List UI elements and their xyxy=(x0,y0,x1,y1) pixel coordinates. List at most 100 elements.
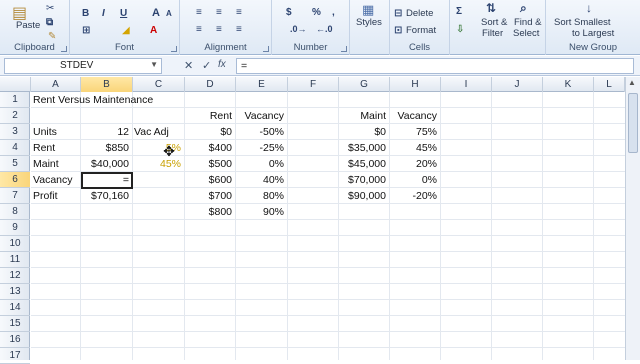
row-header-16[interactable]: 16 xyxy=(0,332,30,348)
font-color-icon[interactable]: A xyxy=(150,25,157,36)
sort-filter-icon[interactable]: ⇅ xyxy=(486,1,496,15)
copy-icon[interactable]: ⧉ xyxy=(46,17,53,28)
cell-e6[interactable]: 40% xyxy=(235,172,287,188)
formula-input[interactable]: = xyxy=(236,58,634,74)
sort-smallest-label[interactable]: Sort Smallest xyxy=(554,17,611,28)
shrink-font-button[interactable]: A xyxy=(166,9,172,18)
fill-icon[interactable]: ⇩ xyxy=(456,24,464,35)
row-header-2[interactable]: 2 xyxy=(0,108,30,124)
row-header-12[interactable]: 12 xyxy=(0,268,30,284)
column-header-e[interactable]: E xyxy=(236,77,288,92)
autosum-icon[interactable]: Σ xyxy=(456,6,462,17)
comma-button[interactable]: , xyxy=(332,7,335,18)
borders-icon[interactable]: ⊞ xyxy=(82,25,90,36)
name-box[interactable]: STDEV ▼ xyxy=(4,58,162,74)
format-button[interactable]: Format xyxy=(406,25,436,36)
select-all-corner[interactable] xyxy=(0,77,31,92)
column-header-g[interactable]: G xyxy=(339,77,390,92)
sort-smallest-label-2[interactable]: to Largest xyxy=(572,28,614,39)
row-header-8[interactable]: 8 xyxy=(0,204,30,220)
cell-e5[interactable]: 0% xyxy=(235,156,287,172)
cell-b5[interactable]: $40,000 xyxy=(80,156,132,172)
column-header-d[interactable]: D xyxy=(185,77,236,92)
row-header-11[interactable]: 11 xyxy=(0,252,30,268)
row-header-7[interactable]: 7 xyxy=(0,188,30,204)
row-header-9[interactable]: 9 xyxy=(0,220,30,236)
column-header-h[interactable]: H xyxy=(390,77,441,92)
insert-function-icon[interactable]: fx xyxy=(218,59,226,70)
scrollbar-thumb[interactable] xyxy=(628,93,638,153)
cell-a4[interactable]: Rent xyxy=(31,140,80,156)
align-right-icon[interactable]: ≡ xyxy=(236,24,242,35)
cell-g7[interactable]: $90,000 xyxy=(338,188,389,204)
cut-icon[interactable]: ✂ xyxy=(46,3,54,14)
fill-color-icon[interactable]: ◢ xyxy=(122,25,130,36)
row-header-6[interactable]: 6 xyxy=(0,172,30,188)
vertical-scrollbar[interactable]: ▲ xyxy=(625,77,640,360)
column-header-b[interactable]: B xyxy=(81,77,133,92)
cell-a7[interactable]: Profit xyxy=(31,188,80,204)
cell-e2[interactable]: Vacancy xyxy=(235,108,287,124)
cell-a3[interactable]: Units xyxy=(31,124,80,140)
number-dialog-launcher[interactable] xyxy=(341,46,347,52)
row-header-13[interactable]: 13 xyxy=(0,284,30,300)
cell-b6[interactable]: = xyxy=(80,172,132,188)
cell-h5[interactable]: 20% xyxy=(389,156,440,172)
column-header-i[interactable]: I xyxy=(441,77,492,92)
cancel-icon[interactable]: ✕ xyxy=(184,59,193,72)
cell-g2[interactable]: Maint xyxy=(338,108,389,124)
cell-h3[interactable]: 75% xyxy=(389,124,440,140)
cell-d6[interactable]: $600 xyxy=(184,172,235,188)
cell-e3[interactable]: -50% xyxy=(235,124,287,140)
enter-icon[interactable]: ✓ xyxy=(202,59,211,72)
column-header-l[interactable]: L xyxy=(594,77,625,92)
cell-h2[interactable]: Vacancy xyxy=(389,108,440,124)
find-select-label-2[interactable]: Select xyxy=(513,28,539,39)
styles-icon[interactable]: ▦ xyxy=(362,2,374,18)
cell-h7[interactable]: -20% xyxy=(389,188,440,204)
align-center-icon[interactable]: ≡ xyxy=(216,24,222,35)
cell-g5[interactable]: $45,000 xyxy=(338,156,389,172)
cell-g3[interactable]: $0 xyxy=(338,124,389,140)
cell-b7[interactable]: $70,160 xyxy=(80,188,132,204)
scroll-up-icon[interactable]: ▲ xyxy=(628,78,636,87)
cell-e4[interactable]: -25% xyxy=(235,140,287,156)
paste-button[interactable]: Paste xyxy=(16,20,40,31)
cell-d7[interactable]: $700 xyxy=(184,188,235,204)
italic-button[interactable]: I xyxy=(102,8,105,19)
cell-d3[interactable]: $0 xyxy=(184,124,235,140)
row-header-3[interactable]: 3 xyxy=(0,124,30,140)
row-header-10[interactable]: 10 xyxy=(0,236,30,252)
grow-font-button[interactable]: A xyxy=(152,7,160,19)
sort-filter-label-2[interactable]: Filter xyxy=(482,28,503,39)
row-header-14[interactable]: 14 xyxy=(0,300,30,316)
decrease-decimal-icon[interactable]: ←.0 xyxy=(316,24,333,34)
cell-g4[interactable]: $35,000 xyxy=(338,140,389,156)
cell-h4[interactable]: 45% xyxy=(389,140,440,156)
currency-button[interactable]: $ xyxy=(286,7,292,18)
chevron-down-icon[interactable]: ▼ xyxy=(150,60,158,69)
font-dialog-launcher[interactable] xyxy=(171,46,177,52)
column-header-k[interactable]: K xyxy=(543,77,594,92)
format-painter-icon[interactable]: ✎ xyxy=(48,31,56,42)
delete-cells-icon[interactable]: ⊟ xyxy=(394,8,402,19)
delete-button[interactable]: Delete xyxy=(406,8,433,19)
align-bottom-icon[interactable]: ≡ xyxy=(236,7,242,18)
increase-decimal-icon[interactable]: .0→ xyxy=(290,24,307,34)
sort-ascending-icon[interactable]: ↓ xyxy=(586,1,592,15)
row-header-17[interactable]: 17 xyxy=(0,348,30,364)
find-select-label[interactable]: Find & xyxy=(514,17,541,28)
sort-filter-label[interactable]: Sort & xyxy=(481,17,507,28)
cell-c3[interactable]: Vac Adj xyxy=(132,124,184,140)
worksheet-grid[interactable]: Rent Versus Maintenance Rent Vacancy Mai… xyxy=(31,92,635,360)
cell-d2[interactable]: Rent xyxy=(184,108,235,124)
cell-h6[interactable]: 0% xyxy=(389,172,440,188)
column-header-a[interactable]: A xyxy=(31,77,81,92)
cell-d4[interactable]: $400 xyxy=(184,140,235,156)
percent-button[interactable]: % xyxy=(312,7,321,18)
column-header-c[interactable]: C xyxy=(133,77,185,92)
row-header-4[interactable]: 4 xyxy=(0,140,30,156)
row-header-1[interactable]: 1 xyxy=(0,92,30,108)
row-header-15[interactable]: 15 xyxy=(0,316,30,332)
find-select-icon[interactable]: ⌕ xyxy=(520,1,527,16)
